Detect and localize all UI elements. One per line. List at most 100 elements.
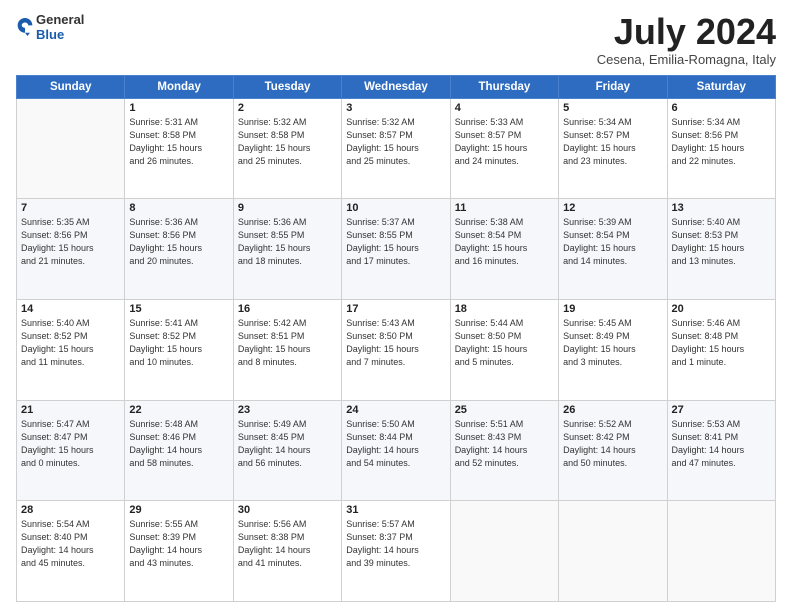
day-info: Sunrise: 5:48 AM Sunset: 8:46 PM Dayligh… bbox=[129, 418, 228, 470]
day-number: 23 bbox=[238, 404, 337, 416]
day-info: Sunrise: 5:33 AM Sunset: 8:57 PM Dayligh… bbox=[455, 116, 554, 168]
day-info: Sunrise: 5:45 AM Sunset: 8:49 PM Dayligh… bbox=[563, 317, 662, 369]
table-row: 1 Sunrise: 5:31 AM Sunset: 8:58 PM Daylig… bbox=[125, 98, 233, 199]
day-number: 18 bbox=[455, 303, 554, 315]
table-row: 15 Sunrise: 5:41 AM Sunset: 8:52 PM Dayli… bbox=[125, 299, 233, 400]
logo-text: General Blue bbox=[36, 12, 84, 42]
table-row: 21 Sunrise: 5:47 AM Sunset: 8:47 PM Dayli… bbox=[17, 400, 125, 501]
day-info: Sunrise: 5:36 AM Sunset: 8:56 PM Dayligh… bbox=[129, 216, 228, 268]
day-number: 11 bbox=[455, 202, 554, 214]
day-info: Sunrise: 5:31 AM Sunset: 8:58 PM Dayligh… bbox=[129, 116, 228, 168]
day-info: Sunrise: 5:51 AM Sunset: 8:43 PM Dayligh… bbox=[455, 418, 554, 470]
table-row bbox=[17, 98, 125, 199]
day-number: 5 bbox=[563, 102, 662, 114]
col-saturday: Saturday bbox=[667, 75, 775, 98]
calendar-week-row: 1 Sunrise: 5:31 AM Sunset: 8:58 PM Daylig… bbox=[17, 98, 776, 199]
day-info: Sunrise: 5:32 AM Sunset: 8:57 PM Dayligh… bbox=[346, 116, 445, 168]
calendar-week-row: 14 Sunrise: 5:40 AM Sunset: 8:52 PM Dayli… bbox=[17, 299, 776, 400]
table-row: 31 Sunrise: 5:57 AM Sunset: 8:37 PM Dayli… bbox=[342, 501, 450, 602]
day-info: Sunrise: 5:57 AM Sunset: 8:37 PM Dayligh… bbox=[346, 518, 445, 570]
table-row: 22 Sunrise: 5:48 AM Sunset: 8:46 PM Dayli… bbox=[125, 400, 233, 501]
table-row: 2 Sunrise: 5:32 AM Sunset: 8:58 PM Daylig… bbox=[233, 98, 341, 199]
day-info: Sunrise: 5:52 AM Sunset: 8:42 PM Dayligh… bbox=[563, 418, 662, 470]
day-number: 2 bbox=[238, 102, 337, 114]
calendar-week-row: 21 Sunrise: 5:47 AM Sunset: 8:47 PM Dayli… bbox=[17, 400, 776, 501]
table-row: 10Sunrise: 5:37 AM Sunset: 8:55 PM Dayli… bbox=[342, 199, 450, 300]
calendar-table: Sunday Monday Tuesday Wednesday Thursday… bbox=[16, 75, 776, 602]
day-number: 20 bbox=[672, 303, 771, 315]
day-number: 3 bbox=[346, 102, 445, 114]
day-number: 17 bbox=[346, 303, 445, 315]
day-number: 27 bbox=[672, 404, 771, 416]
col-tuesday: Tuesday bbox=[233, 75, 341, 98]
day-info: Sunrise: 5:44 AM Sunset: 8:50 PM Dayligh… bbox=[455, 317, 554, 369]
day-number: 6 bbox=[672, 102, 771, 114]
table-row: 3 Sunrise: 5:32 AM Sunset: 8:57 PM Daylig… bbox=[342, 98, 450, 199]
calendar-week-row: 28Sunrise: 5:54 AM Sunset: 8:40 PM Dayli… bbox=[17, 501, 776, 602]
day-number: 28 bbox=[21, 504, 120, 516]
table-row: 14 Sunrise: 5:40 AM Sunset: 8:52 PM Dayli… bbox=[17, 299, 125, 400]
table-row: 12Sunrise: 5:39 AM Sunset: 8:54 PM Dayli… bbox=[559, 199, 667, 300]
day-info: Sunrise: 5:41 AM Sunset: 8:52 PM Dayligh… bbox=[129, 317, 228, 369]
day-number: 21 bbox=[21, 404, 120, 416]
day-number: 1 bbox=[129, 102, 228, 114]
day-info: Sunrise: 5:56 AM Sunset: 8:38 PM Dayligh… bbox=[238, 518, 337, 570]
table-row bbox=[667, 501, 775, 602]
table-row: 30 Sunrise: 5:56 AM Sunset: 8:38 PM Dayli… bbox=[233, 501, 341, 602]
day-number: 12 bbox=[563, 202, 662, 214]
day-number: 15 bbox=[129, 303, 228, 315]
day-info: Sunrise: 5:34 AM Sunset: 8:56 PM Dayligh… bbox=[672, 116, 771, 168]
day-info: Sunrise: 5:47 AM Sunset: 8:47 PM Dayligh… bbox=[21, 418, 120, 470]
table-row: 27 Sunrise: 5:53 AM Sunset: 8:41 PM Dayli… bbox=[667, 400, 775, 501]
day-info: Sunrise: 5:35 AM Sunset: 8:56 PM Dayligh… bbox=[21, 216, 120, 268]
table-row: 4 Sunrise: 5:33 AM Sunset: 8:57 PM Daylig… bbox=[450, 98, 558, 199]
table-row: 23 Sunrise: 5:49 AM Sunset: 8:45 PM Dayli… bbox=[233, 400, 341, 501]
day-number: 4 bbox=[455, 102, 554, 114]
day-number: 22 bbox=[129, 404, 228, 416]
page: General Blue July 2024 Cesena, Emilia-Ro… bbox=[0, 0, 792, 612]
title-block: July 2024 Cesena, Emilia-Romagna, Italy bbox=[597, 12, 776, 67]
table-row: 28Sunrise: 5:54 AM Sunset: 8:40 PM Dayli… bbox=[17, 501, 125, 602]
day-info: Sunrise: 5:40 AM Sunset: 8:52 PM Dayligh… bbox=[21, 317, 120, 369]
table-row bbox=[450, 501, 558, 602]
day-number: 25 bbox=[455, 404, 554, 416]
table-row: 8Sunrise: 5:36 AM Sunset: 8:56 PM Daylig… bbox=[125, 199, 233, 300]
day-info: Sunrise: 5:55 AM Sunset: 8:39 PM Dayligh… bbox=[129, 518, 228, 570]
day-number: 9 bbox=[238, 202, 337, 214]
col-thursday: Thursday bbox=[450, 75, 558, 98]
table-row bbox=[559, 501, 667, 602]
day-info: Sunrise: 5:36 AM Sunset: 8:55 PM Dayligh… bbox=[238, 216, 337, 268]
table-row: 19 Sunrise: 5:45 AM Sunset: 8:49 PM Dayli… bbox=[559, 299, 667, 400]
logo-icon bbox=[16, 16, 34, 38]
col-wednesday: Wednesday bbox=[342, 75, 450, 98]
day-number: 26 bbox=[563, 404, 662, 416]
day-number: 14 bbox=[21, 303, 120, 315]
table-row: 13Sunrise: 5:40 AM Sunset: 8:53 PM Dayli… bbox=[667, 199, 775, 300]
logo-blue-text: Blue bbox=[36, 27, 84, 42]
table-row: 20 Sunrise: 5:46 AM Sunset: 8:48 PM Dayli… bbox=[667, 299, 775, 400]
logo-general-text: General bbox=[36, 12, 84, 27]
day-info: Sunrise: 5:32 AM Sunset: 8:58 PM Dayligh… bbox=[238, 116, 337, 168]
day-info: Sunrise: 5:38 AM Sunset: 8:54 PM Dayligh… bbox=[455, 216, 554, 268]
table-row: 7 Sunrise: 5:35 AM Sunset: 8:56 PM Daylig… bbox=[17, 199, 125, 300]
day-number: 24 bbox=[346, 404, 445, 416]
day-number: 7 bbox=[21, 202, 120, 214]
table-row: 24Sunrise: 5:50 AM Sunset: 8:44 PM Dayli… bbox=[342, 400, 450, 501]
col-friday: Friday bbox=[559, 75, 667, 98]
table-row: 16Sunrise: 5:42 AM Sunset: 8:51 PM Dayli… bbox=[233, 299, 341, 400]
table-row: 6 Sunrise: 5:34 AM Sunset: 8:56 PM Daylig… bbox=[667, 98, 775, 199]
day-info: Sunrise: 5:49 AM Sunset: 8:45 PM Dayligh… bbox=[238, 418, 337, 470]
day-number: 19 bbox=[563, 303, 662, 315]
day-number: 31 bbox=[346, 504, 445, 516]
table-row: 11 Sunrise: 5:38 AM Sunset: 8:54 PM Dayli… bbox=[450, 199, 558, 300]
header: General Blue July 2024 Cesena, Emilia-Ro… bbox=[16, 12, 776, 67]
logo: General Blue bbox=[16, 12, 84, 42]
table-row: 17Sunrise: 5:43 AM Sunset: 8:50 PM Dayli… bbox=[342, 299, 450, 400]
day-info: Sunrise: 5:37 AM Sunset: 8:55 PM Dayligh… bbox=[346, 216, 445, 268]
month-title: July 2024 bbox=[597, 12, 776, 52]
table-row: 9 Sunrise: 5:36 AM Sunset: 8:55 PM Daylig… bbox=[233, 199, 341, 300]
day-number: 30 bbox=[238, 504, 337, 516]
day-info: Sunrise: 5:46 AM Sunset: 8:48 PM Dayligh… bbox=[672, 317, 771, 369]
day-info: Sunrise: 5:53 AM Sunset: 8:41 PM Dayligh… bbox=[672, 418, 771, 470]
day-info: Sunrise: 5:34 AM Sunset: 8:57 PM Dayligh… bbox=[563, 116, 662, 168]
